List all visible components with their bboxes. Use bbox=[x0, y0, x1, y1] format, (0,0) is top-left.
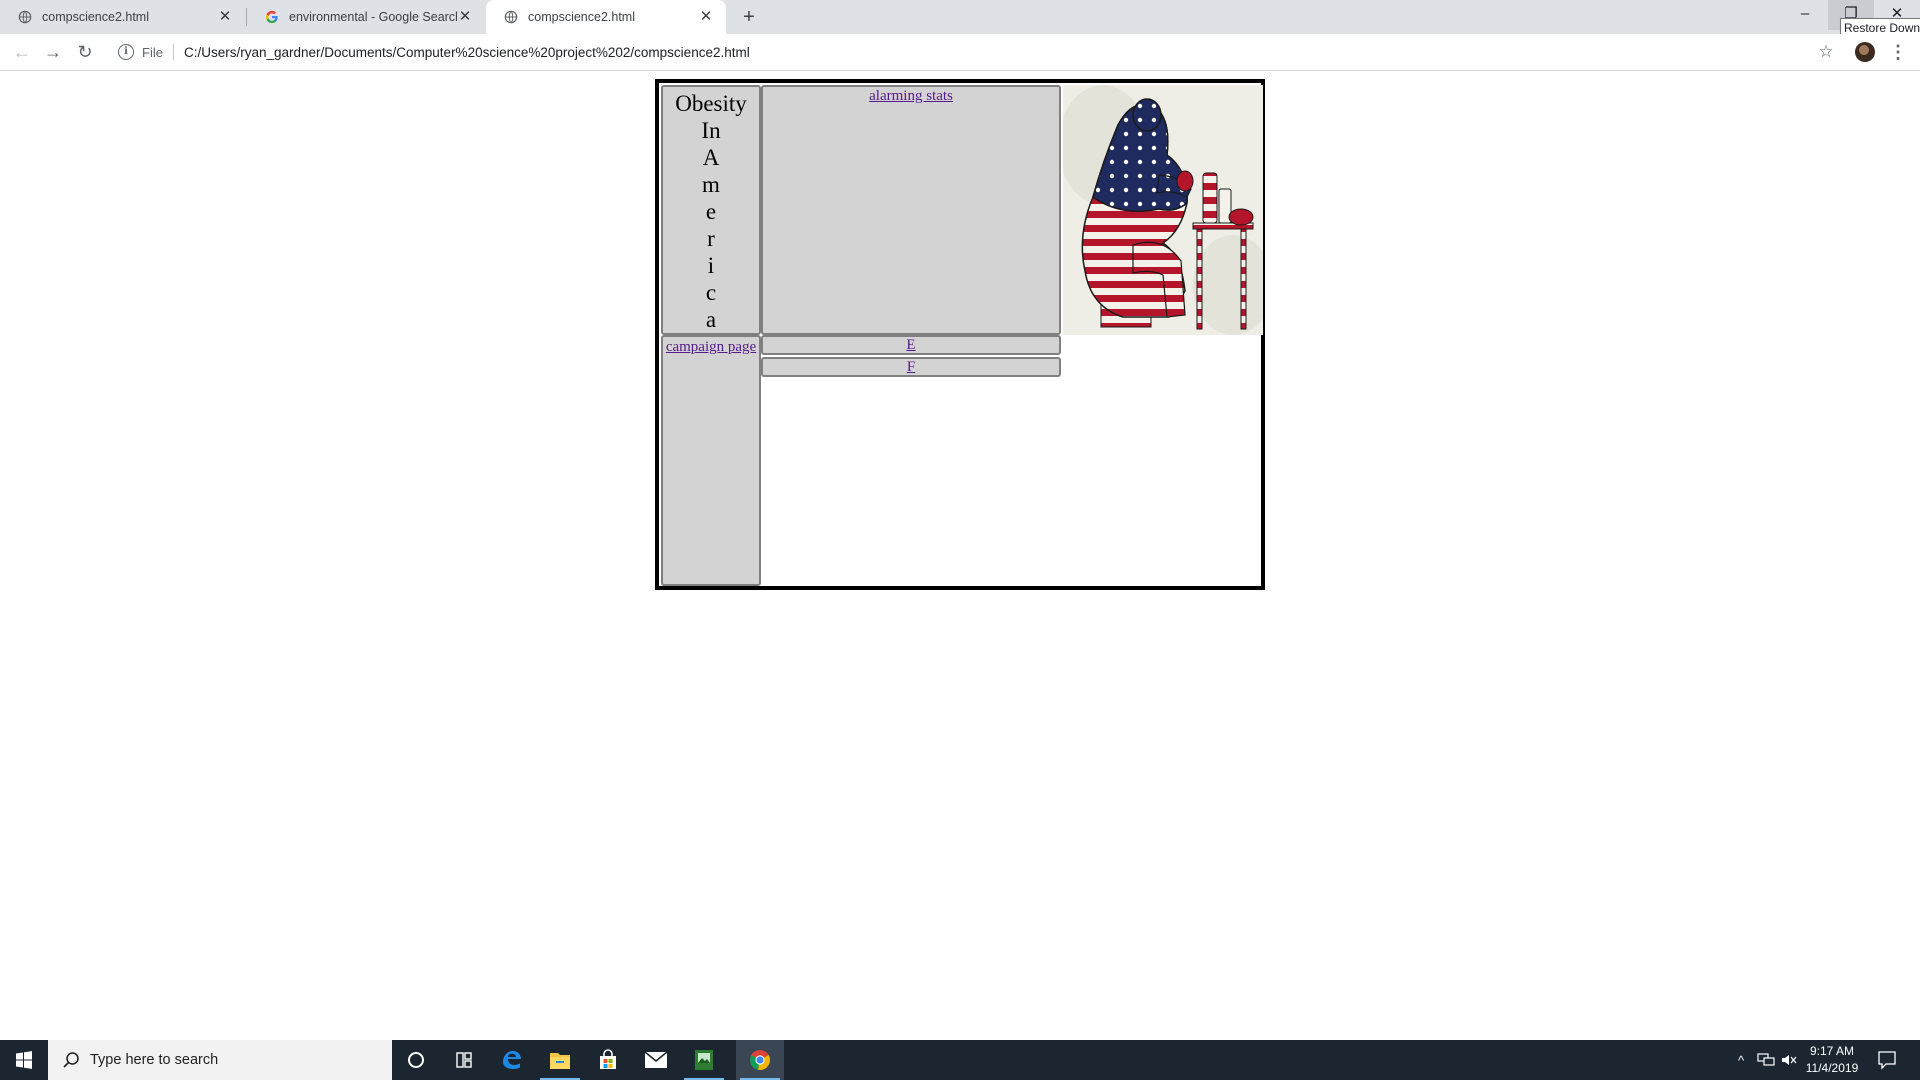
tab-compscience2-first[interactable]: compscience2.html ✕ bbox=[0, 0, 245, 34]
info-icon[interactable]: i bbox=[118, 44, 134, 60]
page-title-line: m bbox=[702, 172, 720, 197]
close-icon[interactable]: ✕ bbox=[217, 9, 233, 25]
chrome-icon bbox=[749, 1050, 771, 1071]
store-icon bbox=[600, 1049, 616, 1069]
mail-button[interactable] bbox=[632, 1040, 680, 1080]
network-icon-glyph bbox=[1757, 1053, 1775, 1066]
forward-button[interactable]: → bbox=[41, 40, 65, 64]
google-g-icon bbox=[265, 10, 278, 24]
cortana-button[interactable] bbox=[392, 1040, 440, 1080]
edge-button[interactable] bbox=[488, 1040, 536, 1080]
clock-time: 9:17 AM bbox=[1809, 1044, 1855, 1058]
tab-title: environmental - Google Search bbox=[289, 10, 457, 24]
task-view-button[interactable] bbox=[440, 1040, 488, 1080]
cortana-icon bbox=[408, 1052, 424, 1068]
page-title-line: i bbox=[707, 253, 715, 278]
speaker-icon bbox=[1782, 1055, 1797, 1065]
windows-logo-icon bbox=[16, 1051, 32, 1069]
alarming-stats-link[interactable]: alarming stats bbox=[869, 88, 953, 105]
tray-chevron-icon[interactable]: ^ bbox=[1730, 1040, 1752, 1080]
new-tab-button[interactable]: + bbox=[738, 6, 760, 28]
campaign-page-link[interactable]: campaign page bbox=[666, 339, 756, 355]
flag-figure-image bbox=[1063, 85, 1263, 335]
page-title-line: Obesity bbox=[675, 91, 747, 116]
action-center-button[interactable] bbox=[1876, 1049, 1898, 1071]
edge-icon bbox=[503, 1051, 521, 1069]
close-icon[interactable]: ✕ bbox=[457, 9, 473, 25]
page-title-line: e bbox=[705, 199, 717, 224]
image-app-button[interactable] bbox=[680, 1040, 728, 1080]
taskbar-clock[interactable]: 9:17 AM 11/4/2019 bbox=[1800, 1043, 1864, 1077]
page-viewport: Obesity In A m e r i c a alarming stats bbox=[0, 71, 1920, 1040]
browser-menu-button[interactable]: ⋮ bbox=[1888, 40, 1908, 64]
profile-avatar[interactable] bbox=[1855, 42, 1875, 62]
obesity-illustration bbox=[1063, 85, 1263, 335]
page-title-line: c bbox=[705, 280, 717, 305]
page-title-line: A bbox=[702, 145, 720, 170]
taskbar-search-box[interactable]: Type here to search bbox=[48, 1040, 392, 1080]
file-explorer-icon bbox=[550, 1053, 570, 1069]
windows-taskbar: Type here to search ^ 9:17 AM 11/4/2019 bbox=[0, 1040, 1920, 1080]
stats-cell: alarming stats bbox=[761, 85, 1061, 335]
globe-icon bbox=[504, 10, 518, 24]
tab-compscience2-active[interactable]: compscience2.html ✕ bbox=[486, 0, 726, 34]
e-link[interactable]: E bbox=[906, 337, 915, 353]
chrome-button[interactable] bbox=[736, 1040, 784, 1080]
bookmark-star-icon[interactable]: ☆ bbox=[1814, 40, 1838, 64]
file-explorer-button[interactable] bbox=[536, 1040, 584, 1080]
scheme-chip: File bbox=[142, 44, 163, 60]
f-link[interactable]: F bbox=[907, 359, 915, 375]
e-cell: E bbox=[761, 335, 1061, 355]
minimize-button[interactable]: – bbox=[1782, 0, 1828, 30]
tab-title: compscience2.html bbox=[528, 10, 635, 24]
layout-table: Obesity In A m e r i c a alarming stats bbox=[655, 79, 1265, 590]
back-button[interactable]: ← bbox=[10, 40, 34, 64]
tab-strip: compscience2.html ✕ environmental - Goog… bbox=[0, 0, 1920, 38]
globe-icon bbox=[18, 10, 32, 24]
reload-button[interactable]: ↻ bbox=[73, 40, 97, 64]
tab-title: compscience2.html bbox=[42, 10, 149, 24]
store-button[interactable] bbox=[584, 1040, 632, 1080]
page-title-line: a bbox=[705, 307, 717, 332]
search-icon bbox=[63, 1052, 79, 1068]
f-cell: F bbox=[761, 357, 1061, 377]
campaign-cell: campaign page bbox=[661, 335, 761, 586]
start-button[interactable] bbox=[0, 1040, 48, 1080]
image-app-icon bbox=[695, 1050, 713, 1070]
page-title-line: In bbox=[701, 118, 721, 143]
network-icon[interactable] bbox=[1754, 1040, 1778, 1080]
volume-muted-icon[interactable] bbox=[1778, 1040, 1800, 1080]
page-title-cell: Obesity In A m e r i c a bbox=[661, 85, 761, 335]
browser-toolbar: ← → ↻ i File C:/Users/ryan_gardner/Docum… bbox=[0, 34, 1920, 71]
tab-google-search[interactable]: environmental - Google Search ✕ bbox=[247, 0, 485, 34]
omnibox-divider bbox=[172, 44, 174, 60]
mail-icon bbox=[644, 1051, 668, 1068]
address-bar[interactable]: i File C:/Users/ryan_gardner/Documents/C… bbox=[110, 38, 1810, 66]
url-text[interactable]: C:/Users/ryan_gardner/Documents/Computer… bbox=[184, 45, 750, 60]
page-title-line: r bbox=[707, 226, 715, 251]
task-view-icon bbox=[456, 1052, 472, 1068]
close-icon[interactable]: ✕ bbox=[698, 9, 714, 25]
notification-icon bbox=[1878, 1051, 1896, 1070]
search-placeholder: Type here to search bbox=[90, 1052, 219, 1068]
clock-date: 11/4/2019 bbox=[1805, 1061, 1859, 1075]
